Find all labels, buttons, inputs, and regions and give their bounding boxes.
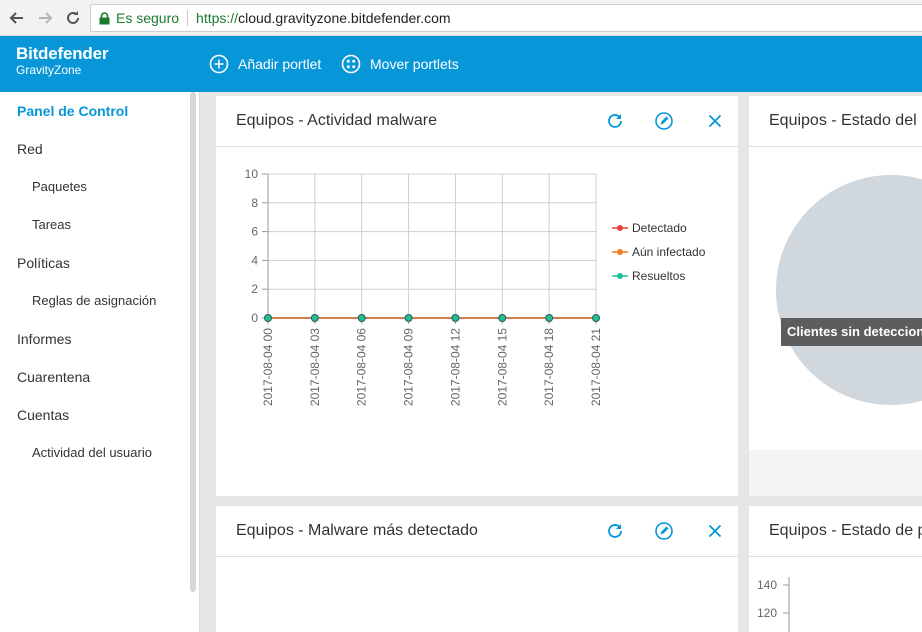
close-icon[interactable] — [705, 521, 725, 541]
sidebar: Panel de Control Red Paquetes Tareas Pol… — [0, 92, 200, 632]
y-tick-label: 4 — [251, 253, 258, 267]
address-divider — [187, 10, 189, 26]
x-tick-label: 2017-08-04 21 — [589, 328, 603, 406]
sidebar-item-dashboard[interactable]: Panel de Control — [17, 103, 128, 119]
reload-button[interactable] — [64, 9, 82, 27]
series-point[interactable] — [310, 314, 319, 322]
portlet-title: Equipos - Estado de p — [769, 522, 922, 539]
refresh-icon[interactable] — [605, 521, 625, 541]
portlet-malware-activity: Equipos - Actividad malware 0 2 4 6 8 10 2017… — [216, 96, 738, 496]
refresh-icon[interactable] — [605, 111, 625, 131]
address-bar[interactable]: Es seguro https://cloud.gravityzone.bitd… — [90, 4, 922, 32]
url-host: cloud.gravityzone.bitdefender.com — [238, 10, 451, 26]
sidebar-item-quarantine[interactable]: Cuarentena — [17, 369, 90, 385]
logo-main: Bitdefender — [16, 44, 109, 63]
series-point[interactable] — [498, 314, 507, 322]
portlet-header: Equipos - Malware más detectado — [216, 506, 738, 557]
x-tick-label: 2017-08-04 06 — [355, 328, 369, 406]
legend-label: Detectado — [632, 221, 687, 235]
forward-arrow-icon — [39, 12, 53, 24]
sidebar-item-network[interactable]: Red — [17, 141, 43, 157]
chart-grid — [267, 173, 597, 319]
chart-series — [264, 314, 600, 322]
legend-marker-icon — [612, 249, 628, 255]
pie-slice[interactable] — [776, 175, 922, 405]
sidebar-item-policies[interactable]: Políticas — [17, 255, 70, 271]
y-tick-label: 8 — [251, 196, 258, 210]
edit-icon[interactable] — [654, 111, 674, 131]
grid-circle-icon — [341, 54, 361, 74]
legend-item-still-infected[interactable]: Aún infectado — [612, 240, 705, 264]
y-tick-label: 2 — [251, 282, 258, 296]
app-header: Bitdefender GravityZone Añadir portlet M… — [0, 36, 922, 92]
move-portlets-button[interactable]: Mover portlets — [341, 54, 459, 74]
y-tick-label: 140 — [757, 578, 777, 592]
portlet-header: Equipos - Estado del r — [749, 96, 922, 147]
legend-item-resolved[interactable]: Resueltos — [612, 264, 705, 288]
series-point[interactable] — [357, 314, 366, 322]
x-tick-label: 2017-08-04 15 — [495, 328, 509, 406]
portlet-title: Equipos - Estado del r — [769, 112, 922, 129]
forward-button[interactable] — [36, 9, 54, 27]
back-button[interactable] — [8, 9, 26, 27]
chart-x-axis: 2017-08-04 00 2017-08-04 03 2017-08-04 06 2… — [261, 318, 603, 406]
legend-label: Aún infectado — [632, 245, 706, 259]
sidebar-item-user-activity[interactable]: Actividad del usuario — [32, 445, 152, 460]
portlet-header: Equipos - Estado de p — [749, 506, 922, 557]
x-tick-label: 2017-08-04 18 — [542, 328, 556, 406]
edit-icon[interactable] — [654, 521, 674, 541]
url-scheme: https:// — [196, 10, 239, 26]
sidebar-item-accounts[interactable]: Cuentas — [17, 407, 69, 423]
legend-item-detected[interactable]: Detectado — [612, 216, 705, 240]
y-tick-label: 10 — [245, 167, 259, 181]
add-portlet-label: Añadir portlet — [238, 56, 322, 72]
y-tick-label: 0 — [251, 311, 258, 325]
legend-marker-icon — [612, 273, 628, 279]
sidebar-item-reports[interactable]: Informes — [17, 331, 71, 347]
lock-icon — [99, 11, 110, 24]
add-portlet-button[interactable]: Añadir portlet — [209, 54, 321, 74]
series-point[interactable] — [451, 314, 460, 322]
chart-tooltip: Clientes sin deteccione — [781, 318, 922, 346]
x-tick-label: 2017-08-04 03 — [308, 328, 322, 406]
legend-marker-icon — [612, 225, 628, 231]
sidebar-item-packages[interactable]: Paquetes — [32, 179, 87, 194]
reload-icon — [67, 11, 79, 24]
portlet-footer — [749, 450, 922, 496]
chart-y-axis: 120 140 — [757, 577, 790, 632]
malware-activity-chart: 0246810 2017-08-04 00 2017-08-04 03 2017-0… — [245, 167, 603, 406]
browser-toolbar: Es seguro https://cloud.gravityzone.bitd… — [0, 0, 922, 36]
chart-y-axis: 0 2 4 6 8 10 — [245, 167, 269, 325]
x-tick-label: 2017-08-04 09 — [402, 328, 416, 406]
logo-sub: GravityZone — [16, 63, 82, 77]
protection-chart: 120 140 — [757, 577, 790, 632]
series-point[interactable] — [264, 314, 272, 322]
status-pie-chart — [776, 175, 922, 405]
series-point[interactable] — [592, 314, 600, 322]
portlet-top-malware: Equipos - Malware más detectado — [216, 506, 738, 632]
sidebar-item-assignment-rules[interactable]: Reglas de asignación — [32, 293, 156, 308]
y-tick-label: 6 — [251, 225, 258, 239]
series-point[interactable] — [545, 314, 554, 322]
portlet-status: Equipos - Estado del r Clientes sin dete… — [749, 96, 922, 496]
portlet-title: Equipos - Malware más detectado — [236, 522, 478, 539]
chart-legend: Detectado Aún infectado Resueltos — [612, 216, 705, 288]
portlet-protection-status: Equipos - Estado de p 120 140 — [749, 506, 922, 632]
close-icon[interactable] — [705, 111, 725, 131]
series-point[interactable] — [404, 314, 413, 322]
legend-label: Resueltos — [632, 269, 686, 283]
secure-label: Es seguro — [116, 10, 180, 26]
portlet-header: Equipos - Actividad malware — [216, 96, 738, 147]
x-tick-label: 2017-08-04 00 — [261, 328, 275, 406]
logo[interactable]: Bitdefender GravityZone — [16, 44, 109, 78]
plus-circle-icon — [209, 54, 229, 74]
sidebar-item-tasks[interactable]: Tareas — [32, 217, 71, 232]
move-portlets-label: Mover portlets — [370, 56, 459, 72]
sidebar-scrollbar[interactable] — [190, 92, 196, 592]
y-tick-label: 120 — [757, 606, 777, 620]
x-tick-label: 2017-08-04 12 — [448, 328, 462, 406]
portlet-title: Equipos - Actividad malware — [236, 112, 437, 129]
back-arrow-icon — [9, 12, 23, 24]
